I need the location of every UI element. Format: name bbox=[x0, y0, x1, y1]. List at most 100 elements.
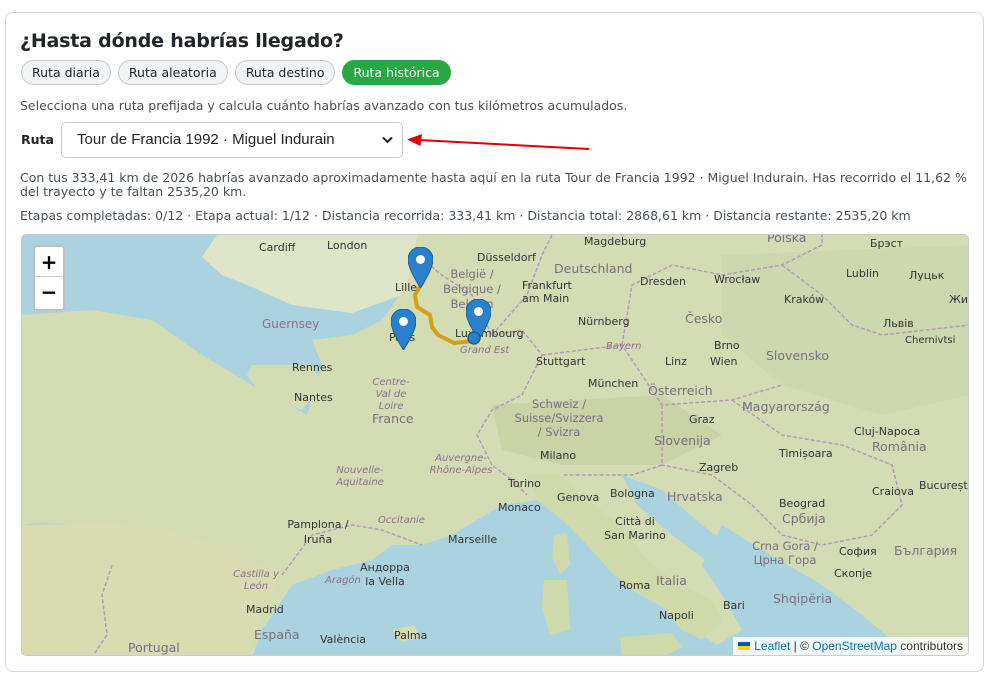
map-label-skopje: Скопје bbox=[834, 567, 873, 580]
map-label-milano: Milano bbox=[540, 449, 577, 462]
map-label-sofia: София bbox=[839, 545, 877, 558]
current-position-icon[interactable] bbox=[467, 331, 481, 345]
map-label-monaco: Monaco bbox=[498, 501, 541, 514]
map-label-cluj: Cluj-Napoca bbox=[854, 425, 921, 438]
map-label-cesko: Česko bbox=[685, 311, 723, 326]
map-label-bari: Bari bbox=[723, 599, 745, 612]
map-label-bulgaria: България bbox=[894, 543, 958, 558]
zoom-out-button[interactable]: − bbox=[35, 277, 63, 307]
map-label-genova: Genova bbox=[557, 491, 600, 504]
map-label-graz: Graz bbox=[689, 413, 715, 426]
map-label-slovenija: Slovenija bbox=[654, 433, 711, 448]
map-label-pamplona: Pamplona / Iruña bbox=[287, 518, 349, 546]
map-label-magyarorszag: Magyarország bbox=[742, 399, 830, 414]
chevron-down-icon bbox=[382, 136, 393, 144]
map-label-magdeburg: Magdeburg bbox=[584, 235, 647, 248]
map-label-madrid: Madrid bbox=[246, 603, 284, 616]
map-label-centre-val-de-loire: Centre-Val de Loire bbox=[372, 377, 410, 412]
progress-summary: Con tus 333,41 km de 2026 habrías avanza… bbox=[20, 170, 967, 199]
map-label-portugal: Portugal bbox=[128, 640, 180, 655]
map-label-dusseldorf: Düsseldorf bbox=[477, 251, 536, 264]
map-label-osterreich: Österreich bbox=[648, 383, 713, 398]
route-mode-tabs: Ruta diaria Ruta aleatoria Ruta destino … bbox=[21, 60, 451, 85]
route-select-value: Tour de Francia 1992 · Miguel Indurain bbox=[77, 131, 335, 148]
map-label-nurnberg: Nürnberg bbox=[578, 315, 630, 328]
map-label-grand-est: Grand Est bbox=[460, 345, 510, 356]
route-select-label: Ruta bbox=[21, 132, 54, 147]
zoom-in-button[interactable]: + bbox=[35, 247, 63, 277]
map-label-srbija: Србија bbox=[782, 511, 826, 526]
map-attribution: Leaflet | © OpenStreetMap contributors bbox=[733, 637, 968, 655]
map-label-brno: Brno bbox=[714, 339, 740, 352]
map-label-san-marino: Città di San Marino bbox=[604, 515, 666, 542]
map-label-timisoara: Timișoara bbox=[779, 447, 833, 460]
map-label-crna-gora: Crna Gora / Црна Гора bbox=[752, 539, 818, 567]
tab-destination-route[interactable]: Ruta destino bbox=[234, 60, 336, 85]
tab-historic-route[interactable]: Ruta histórica bbox=[342, 60, 451, 85]
map-label-slovensko: Slovensko bbox=[766, 348, 830, 363]
leaflet-link[interactable]: Leaflet bbox=[754, 639, 790, 653]
map-label-auvergne: Auvergne-Rhône-Alpes bbox=[429, 453, 493, 476]
map-label-craiova: Craiova bbox=[872, 485, 914, 498]
map-label-bucuresti: București bbox=[919, 479, 969, 492]
map-label-france: France bbox=[372, 411, 414, 426]
map-label-lviv: Львів bbox=[883, 317, 914, 330]
map-label-nouvelle-aquitaine: Nouvelle-Aquitaine bbox=[336, 465, 384, 488]
map-label-chernivtsi: Chernivtsi bbox=[905, 335, 956, 346]
tab-random-route[interactable]: Ruta aleatoria bbox=[117, 60, 228, 85]
map-label-munchen: München bbox=[588, 377, 639, 390]
route-description: Selecciona una ruta prefijada y calcula … bbox=[20, 98, 628, 113]
map-label-zagreb: Zagreb bbox=[699, 461, 739, 474]
map-label-stuttgart: Stuttgart bbox=[536, 355, 586, 368]
route-map[interactable]: Cardiff London Lille Düsseldorf Magdebur… bbox=[21, 234, 969, 656]
map-label-dresden: Dresden bbox=[640, 275, 686, 288]
map-label-polska: Polska bbox=[767, 234, 807, 245]
route-select[interactable]: Tour de Francia 1992 · Miguel Indurain bbox=[61, 122, 403, 158]
map-label-schweiz: Schweiz / Suisse/Svizzera / Svizra bbox=[514, 397, 604, 439]
map-label-roma: Roma bbox=[619, 579, 651, 592]
attribution-separator: | © bbox=[790, 639, 813, 653]
map-label-linz: Linz bbox=[665, 355, 687, 368]
map-label-romania: România bbox=[872, 439, 927, 454]
marker-paris-icon[interactable] bbox=[391, 309, 416, 350]
map-label-brest: Брэст bbox=[870, 237, 904, 250]
map-label-occitanie: Occitanie bbox=[378, 515, 425, 526]
map-label-marseille: Marseille bbox=[448, 533, 498, 546]
map-label-palma: Palma bbox=[394, 629, 428, 642]
map-label-london: London bbox=[327, 239, 368, 252]
map-label-beograd: Beograd bbox=[779, 497, 826, 510]
map-label-aragon: Aragón bbox=[325, 575, 361, 586]
map-label-cardiff: Cardiff bbox=[259, 241, 296, 254]
map-label-nantes: Nantes bbox=[294, 391, 333, 404]
ukraine-flag-icon bbox=[738, 642, 751, 650]
map-label-zhytomyr: Жит bbox=[949, 293, 968, 306]
tab-daily-route[interactable]: Ruta diaria bbox=[21, 60, 111, 85]
map-label-torino: Torino bbox=[508, 477, 541, 490]
map-label-wien: Wien bbox=[710, 355, 738, 368]
annotation-arrow bbox=[407, 134, 590, 150]
map-label-castilla-y-leon: Castilla y León bbox=[233, 569, 279, 592]
map-label-hrvatska: Hrvatska bbox=[667, 489, 723, 504]
map-label-guernsey: Guernsey bbox=[262, 317, 320, 331]
page-title: ¿Hasta dónde habrías llegado? bbox=[20, 30, 344, 52]
map-label-frankfurt: Frankfurt am Main bbox=[522, 279, 572, 305]
zoom-control: + − bbox=[33, 245, 65, 311]
map-label-lublin: Lublin bbox=[846, 267, 879, 280]
map-label-espana: España bbox=[254, 627, 300, 642]
map-label-napoli: Napoli bbox=[659, 609, 694, 622]
map-label-andorra: Андорра la Vella bbox=[360, 561, 410, 588]
map-label-lutsk: Луцьк bbox=[909, 269, 945, 282]
map-label-shqiperia: Shqipëria bbox=[773, 591, 833, 606]
map-label-bologna: Bologna bbox=[610, 487, 655, 500]
map-label-deutschland: Deutschland bbox=[554, 261, 633, 276]
map-label-valencia: València bbox=[320, 633, 367, 646]
map-label-bayern: Bayern bbox=[606, 341, 642, 352]
stage-stats: Etapas completadas: 0/12 · Etapa actual:… bbox=[20, 208, 911, 223]
openstreetmap-link[interactable]: OpenStreetMap bbox=[812, 639, 897, 653]
map-label-krakow: Kraków bbox=[784, 293, 825, 306]
map-label-rennes: Rennes bbox=[292, 361, 333, 374]
map-label-italia: Italia bbox=[656, 573, 687, 588]
map-label-wroclaw: Wrocław bbox=[714, 273, 761, 286]
marker-start-icon[interactable] bbox=[408, 247, 433, 288]
attribution-suffix: contributors bbox=[896, 639, 963, 653]
